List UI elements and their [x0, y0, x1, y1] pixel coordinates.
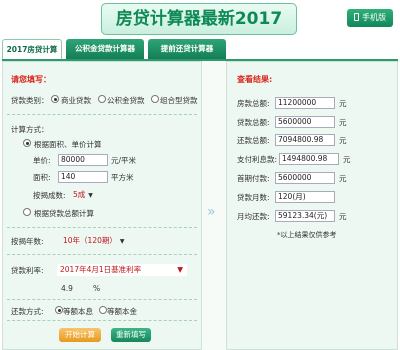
result-unit: 元 [339, 136, 347, 145]
combined-loan-label: 组合型贷款 [160, 96, 198, 105]
panel-separator: » [202, 61, 226, 350]
term-value: 10年（120期） [63, 236, 117, 245]
result-months: 120(月) [275, 191, 335, 203]
term-label: 按揭年数: [11, 237, 44, 246]
result-unit: 元 [339, 118, 347, 127]
rate-label: 贷款利率: [11, 266, 44, 275]
radio-commercial-loan[interactable] [51, 95, 59, 103]
unit-price-unit: 元/平米 [111, 156, 137, 165]
equal-installment-label: 等额本息 [63, 307, 93, 316]
down-payment-select[interactable]: 5成 ▼ [73, 189, 113, 201]
radio-provident-loan[interactable] [98, 95, 106, 103]
commercial-loan-label: 商业贷款 [61, 96, 91, 105]
repay-label: 还款方式: [11, 307, 44, 316]
result-label-interest: 支付利息款: [237, 155, 278, 164]
divider [7, 320, 197, 321]
double-chevron-right-icon: » [207, 204, 215, 220]
area-label: 面积: [33, 173, 51, 182]
chevron-down-icon: ▼ [88, 192, 93, 199]
loan-type-label: 贷款类别： [11, 96, 49, 105]
tab-prepayment-calculator[interactable]: 提前还贷计算器 [148, 39, 226, 59]
result-panel: 查看结果: 房款总额: 11200000 元 贷款总额: 5600000 元 还… [226, 61, 398, 350]
calculate-button[interactable]: 开始计算 [59, 328, 101, 342]
divider [7, 299, 197, 300]
radio-by-area[interactable] [23, 139, 31, 147]
divider [7, 227, 197, 228]
tab-mortgage-calculator[interactable]: 2017房贷计算器 [2, 39, 62, 74]
result-label-monthly-payment: 月均还款: [237, 212, 270, 221]
result-title: 查看结果: [237, 75, 273, 84]
calc-method-label: 计算方式： [11, 125, 49, 134]
phone-icon [354, 13, 359, 21]
result-label-down-payment: 首期付款: [237, 174, 270, 183]
page-title: 房贷计算器最新2017 [101, 3, 297, 35]
divider [7, 114, 197, 115]
provident-loan-label: 公积金贷款 [107, 96, 145, 105]
chevron-down-icon: ▼ [177, 265, 183, 274]
reset-button[interactable]: 重新填写 [111, 328, 151, 342]
radio-combined-loan[interactable] [151, 95, 159, 103]
rate-percent: % [93, 284, 101, 293]
divider [7, 254, 197, 255]
unit-price-input[interactable]: 80000 [58, 154, 108, 166]
result-down-payment: 5600000 [275, 172, 335, 184]
result-unit: 元 [339, 212, 347, 221]
result-label-repay-total: 还款总额: [237, 136, 270, 145]
result-monthly-payment: 59123.34(元) [275, 210, 335, 222]
radio-equal-principal[interactable] [99, 306, 107, 314]
by-total-label: 根据贷款总额计算 [34, 209, 94, 218]
result-interest: 1494800.98 [279, 153, 339, 165]
rate-type-value: 2017年4月1日基准利率 [60, 265, 142, 274]
tab-provident-fund-calculator[interactable]: 公积金贷款计算器 [66, 39, 144, 59]
area-input[interactable]: 140 [58, 171, 108, 183]
unit-price-label: 单价: [33, 156, 51, 165]
result-label-loan-total: 贷款总额: [237, 118, 270, 127]
result-loan-total: 5600000 [275, 116, 335, 128]
rate-value: 4.9 [61, 284, 73, 293]
input-panel: 请您填写： 贷款类别： 商业贷款 公积金贷款 组合型贷款 计算方式： 根据面积、… [2, 61, 202, 350]
term-select[interactable]: 10年（120期） ▼ [63, 235, 133, 247]
result-label-total-price: 房款总额: [237, 99, 270, 108]
result-note: *以上结果仅供参考 [277, 231, 337, 239]
down-payment-value: 5成 [73, 190, 86, 199]
equal-principal-label: 等额本金 [107, 307, 137, 316]
radio-equal-installment[interactable] [55, 306, 63, 314]
form-section-title: 请您填写： [11, 75, 51, 84]
result-unit: 元 [339, 99, 347, 108]
result-unit: 元 [343, 155, 351, 164]
result-label-months: 贷款月数: [237, 193, 270, 202]
rate-select[interactable]: 2017年4月1日基准利率 ▼ [57, 264, 187, 276]
down-payment-label: 按揭成数: [33, 191, 66, 200]
mobile-version-button[interactable]: 手机版 [347, 9, 393, 27]
by-area-label: 根据面积、单价计算 [34, 140, 102, 149]
result-total-price: 11200000 [275, 97, 335, 109]
area-unit: 平方米 [111, 173, 134, 182]
result-repay-total: 7094800.98 [275, 134, 335, 146]
radio-by-total[interactable] [23, 208, 31, 216]
result-unit: 元 [339, 174, 347, 183]
mobile-version-label: 手机版 [362, 13, 386, 22]
chevron-down-icon: ▼ [119, 238, 125, 245]
